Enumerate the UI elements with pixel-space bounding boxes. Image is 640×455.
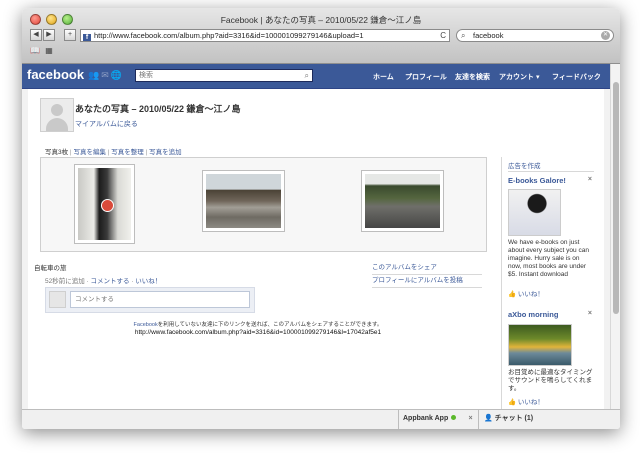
post-album-to-profile-link[interactable]: プロフィールにアルバムを投稿	[372, 277, 463, 284]
edit-photos-link[interactable]: 写真を編集	[73, 149, 106, 156]
bicycle-photo	[78, 168, 131, 240]
share-url[interactable]: http://www.facebook.com/album.php?aid=33…	[28, 329, 488, 336]
close-ad-icon[interactable]: ×	[588, 176, 592, 183]
album-page: あなたの写真 – 2010/05/22 鎌倉〜江ノ島 マイアルバムに戻る 写真3…	[28, 89, 604, 409]
ad-title[interactable]: E-books Galore!	[508, 176, 566, 185]
add-bookmark-button[interactable]: +	[64, 29, 76, 41]
commenter-avatar	[49, 291, 66, 308]
ad-like-link[interactable]: いいね！	[518, 399, 544, 406]
bookmarks-bar: 📖 ▦	[30, 46, 53, 55]
comment-link[interactable]: コメントする	[91, 278, 130, 285]
browser-search-value: facebook	[473, 31, 504, 40]
album-meta: 52秒前に追加 · コメントする · いいね！	[45, 278, 162, 285]
station-photo	[206, 174, 281, 228]
search-icon[interactable]: ⌕	[305, 70, 309, 81]
nav-feedback[interactable]: フィードバック	[552, 72, 601, 82]
ad-text: We have e-books on just about every subj…	[508, 239, 589, 278]
thumbs-up-icon: 👍	[508, 291, 517, 298]
album-name: 自転車の旅	[34, 265, 67, 272]
ad-text: お目覚めに最適なタイミングでサウンドを鳴らしてくれます。	[508, 369, 593, 392]
photo-thumbnail-bicycle[interactable]	[74, 164, 135, 244]
search-placeholder: 検索	[139, 72, 153, 79]
album-actions: 写真3枚 | 写真を編集 | 写真を整理 | 写真を追加	[45, 149, 182, 156]
chat-tab[interactable]: 👤 チャット (1)	[478, 410, 610, 429]
comment-input[interactable]: コメントする	[70, 291, 250, 308]
add-photos-link[interactable]: 写真を追加	[149, 149, 182, 156]
nav-account[interactable]: アカウント ▾	[499, 72, 539, 82]
ad-like[interactable]: 👍 いいね！	[508, 396, 544, 406]
vertical-scrollbar[interactable]	[610, 64, 620, 409]
page-title: あなたの写真 – 2010/05/22 鎌倉〜江ノ島	[75, 104, 241, 114]
back-button[interactable]: ◀	[30, 29, 42, 41]
top-sites-grid-icon[interactable]: ▦	[45, 46, 53, 55]
address-url: http://www.facebook.com/album.php?aid=33…	[94, 31, 364, 40]
ad-image[interactable]	[508, 189, 561, 236]
comment-box: コメントする	[45, 287, 255, 313]
organize-photos-link[interactable]: 写真を整理	[111, 149, 144, 156]
scrollbar-thumb[interactable]	[613, 82, 619, 314]
photo-thumbnail-station[interactable]	[202, 170, 285, 232]
street-photo	[365, 174, 440, 228]
close-app-tab-icon[interactable]: ×	[463, 410, 478, 429]
chat-person-icon: 👤	[484, 415, 493, 422]
facebook-link[interactable]: Facebook	[134, 322, 158, 328]
close-ad-icon[interactable]: ×	[588, 310, 592, 317]
window-title: Facebook | あなたの写真 – 2010/05/22 鎌倉〜江ノ島	[220, 15, 422, 25]
chat-bar: Appbank App × 👤 チャット (1)	[22, 409, 620, 429]
nav-home[interactable]: ホーム	[373, 72, 394, 82]
share-note-text: を利用していない友達に下のリンクを送れば、このアルバムをシェアすることができます…	[157, 322, 383, 328]
like-link[interactable]: いいね！	[135, 278, 161, 285]
app-tab-label: Appbank App	[403, 415, 449, 422]
bookmarks-book-icon[interactable]: 📖	[30, 46, 40, 55]
forward-button[interactable]: ▶	[43, 29, 55, 41]
photo-count: 写真3枚	[45, 149, 69, 156]
reload-icon[interactable]: C	[440, 30, 446, 41]
share-note: Facebookを利用していない友達に下のリンクを送れば、このアルバムをシェアす…	[28, 320, 488, 328]
facebook-search-input[interactable]: 検索 ⌕	[135, 69, 313, 82]
clear-search-icon[interactable]: ✕	[601, 31, 610, 40]
share-links: このアルバムをシェア プロフィールにアルバムを投稿	[372, 262, 482, 288]
photo-thumbnail-street[interactable]	[361, 170, 444, 232]
browser-window: Facebook | あなたの写真 – 2010/05/22 鎌倉〜江ノ島 ◀ …	[22, 8, 620, 429]
divider	[508, 171, 594, 172]
nav-find-friends[interactable]: 友達を検索	[455, 72, 490, 82]
back-to-albums-link[interactable]: マイアルバムに戻る	[75, 119, 138, 129]
added-time: 52秒前に追加 ·	[45, 278, 91, 285]
ad-like-link[interactable]: いいね！	[518, 291, 544, 298]
facebook-logo[interactable]: facebook	[27, 67, 84, 82]
share-album-link[interactable]: このアルバムをシェア	[372, 264, 437, 271]
magnifier-icon: ⌕	[461, 31, 466, 40]
browser-search-field[interactable]: ⌕ facebook ✕	[456, 29, 614, 42]
thumbs-up-icon: 👍	[508, 399, 517, 406]
chat-tab-label: チャット (1)	[494, 415, 534, 422]
online-status-icon	[451, 415, 457, 420]
ad-like[interactable]: 👍 いいね！	[508, 288, 544, 298]
ad-title[interactable]: aXbo morning	[508, 310, 558, 319]
browser-toolbar: Facebook | あなたの写真 – 2010/05/22 鎌倉〜江ノ島 ◀ …	[22, 8, 620, 64]
ads-sidebar: 広告を作成 E-books Galore! × We have e-books …	[501, 157, 598, 409]
photo-grid	[40, 157, 487, 252]
create-ad-link[interactable]: 広告を作成	[508, 160, 541, 170]
facebook-header: facebook 👥✉🌐 検索 ⌕ ホーム プロフィール 友達を検索 アカウント…	[22, 64, 610, 89]
nav-profile[interactable]: プロフィール	[405, 72, 447, 82]
ad-image[interactable]	[508, 324, 572, 366]
address-bar[interactable]: f http://www.facebook.com/album.php?aid=3…	[80, 29, 450, 42]
notification-icons[interactable]: 👥✉🌐	[88, 70, 124, 81]
profile-avatar[interactable]	[40, 98, 74, 132]
facebook-favicon-icon: f	[83, 34, 91, 41]
